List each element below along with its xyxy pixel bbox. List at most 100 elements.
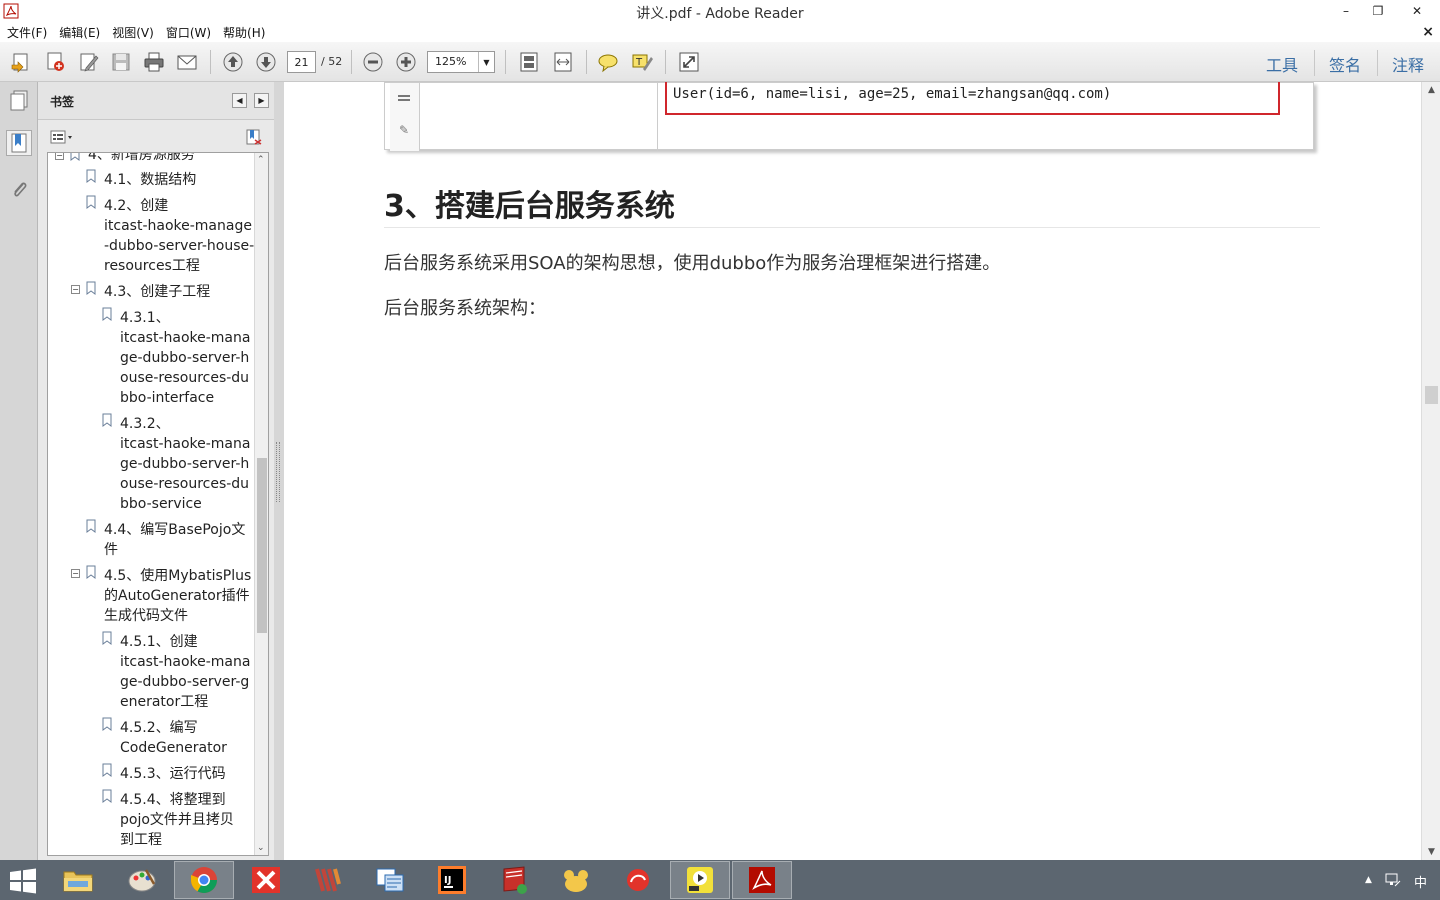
toolbar-separator — [505, 50, 506, 74]
tray-overflow-icon[interactable]: ▲ — [1365, 875, 1372, 885]
highlighted-output-box: User(id=6, name=lisi, age=25, email=zhan… — [665, 82, 1280, 115]
pane-splitter[interactable] — [274, 82, 284, 860]
toolbar-separator — [1314, 50, 1315, 76]
taskbar-file-explorer[interactable] — [48, 861, 108, 899]
bookmark-delete-icon — [246, 129, 262, 145]
delete-bookmark-button[interactable] — [245, 128, 263, 150]
bookmark-icon — [86, 169, 96, 183]
close-window-button[interactable]: ✕ — [1394, 0, 1440, 22]
create-pdf-button[interactable] — [43, 50, 67, 74]
bookmarks-button[interactable] — [6, 130, 32, 156]
folder-icon — [63, 871, 93, 892]
taskbar-player[interactable] — [670, 861, 730, 899]
page-thumbnails-button[interactable] — [6, 88, 32, 114]
red-swirl-icon — [627, 869, 649, 891]
document-scrollbar[interactable]: ▲ ▼ — [1421, 82, 1440, 860]
menu-help[interactable]: 帮助(H) — [217, 24, 271, 41]
bookmark-item[interactable]: 4.3、创建子工程 — [104, 282, 210, 302]
envelope-icon — [177, 55, 197, 70]
zoom-out-button[interactable] — [361, 50, 385, 74]
toolbar-separator — [210, 50, 211, 74]
expand-panel-button[interactable]: ▶ — [254, 93, 269, 108]
bookmark-item[interactable]: 4.2、创建 itcast-haoke-manage -dubbo-server… — [104, 196, 254, 276]
fit-width-button[interactable] — [551, 50, 575, 74]
chevron-down-icon[interactable]: ▼ — [478, 52, 494, 72]
taskbar-paint[interactable] — [112, 861, 172, 899]
input-method-indicator[interactable]: 中 — [1414, 872, 1427, 891]
taskbar-app-red-circle[interactable] — [608, 861, 668, 899]
restore-button[interactable]: ❐ — [1362, 0, 1394, 22]
edit-pdf-button[interactable] — [77, 50, 101, 74]
bookmark-item[interactable]: 4.1、数据结构 — [104, 170, 196, 190]
next-page-button[interactable] — [254, 50, 278, 74]
scrollbar-thumb[interactable] — [257, 458, 267, 633]
taskbar-app-window[interactable] — [360, 861, 420, 899]
scrollbar-thumb[interactable] — [1425, 386, 1438, 404]
scroll-up-icon[interactable]: ⌃ — [257, 155, 265, 165]
windows-start-icon[interactable] — [8, 868, 38, 894]
code-divider — [657, 83, 658, 151]
attachments-button[interactable] — [6, 176, 32, 202]
document-view[interactable]: ✎ User(id=6, name=lisi, age=25, email=zh… — [284, 82, 1421, 860]
previous-page-button[interactable] — [221, 50, 245, 74]
menu-file[interactable]: 文件(F) — [0, 24, 53, 41]
bookmark-item[interactable]: 4.3.2、 itcast-haoke-mana ge-dubbo-server… — [120, 414, 250, 514]
bookmark-options-button[interactable] — [50, 129, 76, 148]
navigation-pane-strip — [0, 82, 38, 860]
bookmark-item[interactable]: 4.3.1、 itcast-haoke-mana ge-dubbo-server… — [120, 308, 250, 408]
collapse-panel-button[interactable]: ◀ — [232, 93, 247, 108]
save-button[interactable] — [109, 50, 133, 74]
comment-pane-button[interactable]: 注释 — [1392, 52, 1424, 76]
bookmark-item[interactable]: 4.5.3、运行代码 — [120, 764, 226, 784]
menu-view[interactable]: 视图(V) — [106, 24, 160, 41]
menu-window[interactable]: 窗口(W) — [160, 24, 217, 41]
bookmarks-title: 书签 — [50, 95, 75, 109]
taskbar-intellij[interactable]: IJ — [422, 861, 482, 899]
collapse-toggle[interactable]: − — [71, 285, 80, 294]
bookmark-item[interactable]: 4.4、编写BasePojo文 件 — [104, 520, 245, 560]
zoom-in-button[interactable] — [394, 50, 418, 74]
open-button[interactable] — [9, 50, 33, 74]
bookmark-item[interactable]: 4.5、使用MybatisPlus 的AutoGenerator插件 生成代码文… — [104, 566, 251, 626]
scroll-down-icon[interactable]: ⌄ — [257, 843, 265, 853]
zoom-level-select[interactable]: 125% ▼ — [427, 51, 495, 73]
fit-page-button[interactable] — [517, 50, 541, 74]
network-icon[interactable] — [1385, 872, 1401, 892]
splitter-grip[interactable] — [276, 442, 280, 502]
bookmark-item[interactable]: 4、新增房源服务 — [88, 153, 195, 165]
scroll-up-icon[interactable]: ▲ — [1422, 85, 1440, 95]
comment-bubble-icon — [598, 54, 618, 73]
arrow-down-circle-icon — [256, 52, 276, 72]
title-bar: 讲义.pdf - Adobe Reader – ❐ ✕ — [0, 0, 1440, 22]
plus-circle-icon — [396, 52, 416, 72]
tools-pane-button[interactable]: 工具 — [1266, 52, 1298, 76]
print-button[interactable] — [142, 50, 166, 74]
bookmark-item[interactable]: 4.5.1、创建 itcast-haoke-mana ge-dubbo-serv… — [120, 632, 250, 712]
menu-edit[interactable]: 编辑(E) — [53, 24, 106, 41]
email-button[interactable] — [175, 50, 199, 74]
collapse-toggle[interactable]: − — [71, 569, 80, 578]
bookmark-item[interactable]: 4.5.2、编写 CodeGenerator — [120, 718, 227, 758]
minimize-button[interactable]: – — [1330, 0, 1362, 22]
printer-icon — [144, 52, 164, 72]
taskbar-app-stripes[interactable] — [298, 861, 358, 899]
comment-button[interactable] — [596, 50, 620, 74]
sign-pane-button[interactable]: 签名 — [1329, 52, 1361, 76]
highlight-button[interactable]: T — [630, 50, 654, 74]
bookmarks-scrollbar[interactable]: ⌃ ⌄ — [254, 153, 268, 855]
taskbar-chrome[interactable] — [174, 861, 234, 899]
full-screen-button[interactable] — [677, 50, 701, 74]
bookmarks-tree[interactable]: − 4、新增房源服务 4.1、数据结构 4.2、创建 itcast-haoke-… — [47, 152, 269, 856]
taskbar-app-book[interactable] — [484, 861, 544, 899]
taskbar-app-bear[interactable] — [546, 861, 606, 899]
page-number-input[interactable]: 21 — [287, 51, 316, 73]
taskbar-xmind[interactable] — [236, 861, 296, 899]
scroll-down-icon[interactable]: ▼ — [1422, 847, 1440, 857]
window-app-icon — [376, 868, 404, 892]
svg-text:T: T — [635, 57, 643, 68]
close-document-button[interactable]: × — [1422, 24, 1434, 40]
bookmark-icon — [70, 153, 80, 161]
bookmark-item[interactable]: 4.5.4、将整理到 pojo文件并且拷贝 到工程 — [120, 790, 234, 850]
taskbar-adobe-reader[interactable] — [732, 861, 792, 899]
collapse-toggle[interactable]: − — [55, 153, 64, 160]
